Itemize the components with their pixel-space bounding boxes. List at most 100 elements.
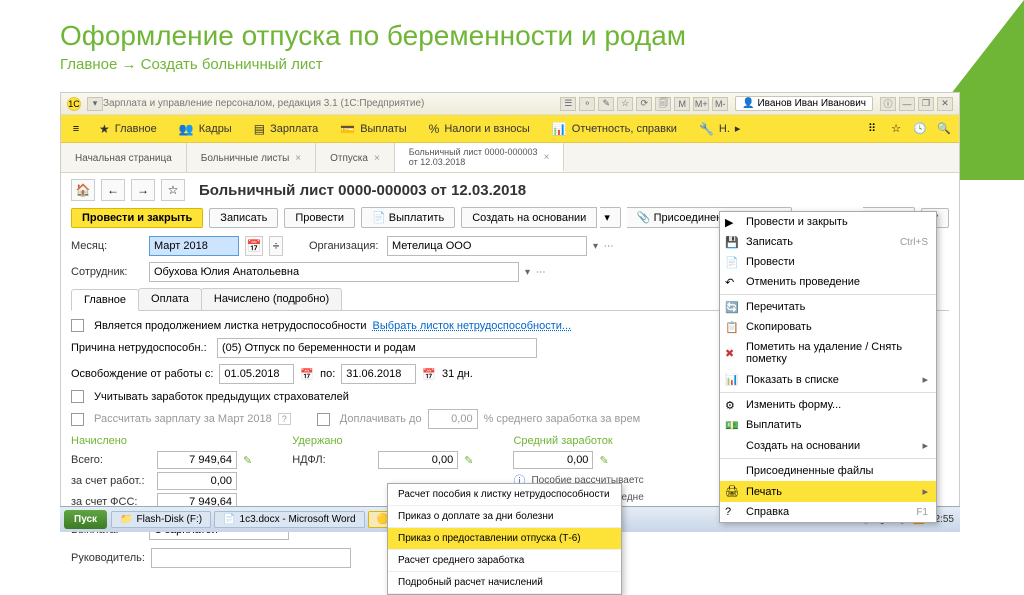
create-based-dropdown[interactable]: ▾ — [600, 207, 621, 228]
tb-tool-5[interactable]: ⟳ — [636, 97, 652, 111]
by-employer-input[interactable] — [157, 472, 237, 490]
sm-avg-calc[interactable]: Расчет среднего заработка — [388, 550, 621, 572]
menu-salary[interactable]: ▤Зарплата — [244, 118, 329, 140]
sm-detailed-calc[interactable]: Подробный расчет начислений — [388, 572, 621, 594]
close-icon[interactable]: × — [374, 153, 380, 164]
user-badge[interactable]: 👤 Иванов Иван Иванович — [735, 96, 873, 111]
tb-tool-3[interactable]: ✎ — [598, 97, 614, 111]
dropdown-icon[interactable]: ▾ — [87, 97, 103, 111]
ndfl-input[interactable] — [378, 451, 458, 469]
edit-icon[interactable]: ✎ — [599, 454, 608, 467]
total-input[interactable] — [157, 451, 237, 469]
info-icon[interactable]: ⓘ — [880, 97, 896, 111]
tb-tool-1[interactable]: ☰ — [560, 97, 576, 111]
back-button[interactable]: ← — [101, 179, 125, 201]
menu-search-icon[interactable]: 🔍 — [933, 118, 955, 140]
tab-sick-lists[interactable]: Больничные листы× — [187, 143, 316, 172]
cm-help[interactable]: ?СправкаF1 — [720, 502, 936, 522]
create-based-button[interactable]: Создать на основании — [461, 207, 597, 228]
menu-taxes[interactable]: %Налоги и взносы — [419, 118, 540, 140]
select-sheet-link[interactable]: Выбрать листок нетрудоспособности... — [373, 320, 572, 332]
cm-reread[interactable]: 🔄Перечитать — [720, 297, 936, 317]
calc-mplus[interactable]: M+ — [693, 97, 709, 111]
sm-benefit-calc[interactable]: Расчет пособия к листку нетрудоспособнос… — [388, 484, 621, 506]
menu-main[interactable]: ★Главное — [89, 118, 167, 140]
ndfl-label: НДФЛ: — [292, 454, 372, 466]
supplement-input[interactable] — [428, 409, 478, 429]
menu-reports[interactable]: 📊Отчетность, справки — [542, 118, 687, 140]
tab-start-page[interactable]: Начальная страница — [61, 143, 187, 172]
cm-pay[interactable]: 💵Выплатить — [720, 415, 936, 435]
menu-grid-icon[interactable]: ⠿ — [861, 118, 883, 140]
taskbar-word-doc[interactable]: 📄 1с3.docx - Microsoft Word — [214, 511, 364, 528]
write-button[interactable]: Записать — [209, 208, 278, 228]
tb-tool-4[interactable]: ☆ — [617, 97, 633, 111]
pay-button[interactable]: 📄 Выплатить — [361, 207, 455, 228]
document-area: 🏠 ← → ☆ Больничный лист 0000-000003 от 1… — [61, 173, 959, 511]
sm-supplement-order[interactable]: Приказ о доплате за дни болезни — [388, 506, 621, 528]
taskbar-flash-disk[interactable]: 📁 Flash-Disk (F:) — [111, 511, 211, 528]
forward-button[interactable]: → — [131, 179, 155, 201]
menu-hamburger-icon[interactable]: ≡ — [65, 118, 87, 140]
cm-mark-delete[interactable]: ✖Пометить на удаление / Снять пометку — [720, 337, 936, 369]
tb-tool-6[interactable]: 🗐 — [655, 97, 671, 111]
cm-print[interactable]: 🖨Печать▸ — [720, 481, 936, 502]
app-window: 1С ▾ Зарплата и управление персоналом, р… — [60, 92, 960, 512]
menu-star-icon[interactable]: ☆ — [885, 118, 907, 140]
subtab-main[interactable]: Главное — [71, 289, 139, 311]
reason-input[interactable] — [217, 338, 537, 358]
accrued-header: Начислено — [71, 435, 252, 447]
calc-m[interactable]: M — [674, 97, 690, 111]
month-stepper[interactable]: ÷ — [269, 236, 283, 256]
tab-vacations[interactable]: Отпуска× — [316, 143, 395, 172]
menu-history-icon[interactable]: 🕓 — [909, 118, 931, 140]
calc-salary-checkbox[interactable] — [71, 413, 84, 426]
menu-settings[interactable]: 🔧Н.▸ — [689, 118, 750, 140]
cm-unpost[interactable]: ↶Отменить проведение — [720, 272, 936, 292]
tb-tool-2[interactable]: ⚬ — [579, 97, 595, 111]
titlebar: 1С ▾ Зарплата и управление персоналом, р… — [61, 93, 959, 115]
cm-show-in-list[interactable]: 📊Показать в списке▸ — [720, 369, 936, 390]
close-icon[interactable]: × — [295, 153, 301, 164]
minimize-button[interactable]: — — [899, 97, 915, 111]
post-and-close-button[interactable]: Провести и закрыть — [71, 208, 203, 228]
close-icon[interactable]: × — [544, 152, 550, 163]
manager-input[interactable] — [151, 548, 351, 568]
subtab-payment[interactable]: Оплата — [138, 288, 202, 310]
cm-post[interactable]: 📄Провести — [720, 252, 936, 272]
close-button[interactable]: ✕ — [937, 97, 953, 111]
subtab-accrued[interactable]: Начислено (подробно) — [201, 288, 342, 310]
post-button[interactable]: Провести — [284, 208, 355, 228]
start-button[interactable]: Пуск — [64, 510, 107, 529]
main-menu: ≡ ★Главное 👥Кадры ▤Зарплата 💳Выплаты %На… — [61, 115, 959, 143]
tab-sick-leave-doc[interactable]: Больничный лист 0000-000003от 12.03.2018… — [395, 143, 565, 172]
org-input[interactable] — [387, 236, 587, 256]
cm-create-based[interactable]: Создать на основании▸ — [720, 435, 936, 456]
continuation-checkbox[interactable] — [71, 319, 84, 332]
calc-mminus[interactable]: M- — [712, 97, 728, 111]
avg-input[interactable] — [513, 451, 593, 469]
cm-edit-form[interactable]: ⚙Изменить форму... — [720, 395, 936, 415]
cm-post-close[interactable]: ▶Провести и закрыть — [720, 212, 936, 232]
month-calendar-icon[interactable]: 📅 — [245, 236, 263, 256]
absence-to-input[interactable] — [341, 364, 416, 384]
prev-insurers-checkbox[interactable] — [71, 390, 84, 403]
menu-personnel[interactable]: 👥Кадры — [169, 118, 242, 140]
menu-payments[interactable]: 💳Выплаты — [330, 118, 416, 140]
employee-input[interactable] — [149, 262, 519, 282]
month-input[interactable] — [149, 236, 239, 256]
cm-copy[interactable]: 📋Скопировать — [720, 317, 936, 337]
favorite-button[interactable]: ☆ — [161, 179, 185, 201]
edit-icon[interactable]: ✎ — [464, 454, 473, 467]
calendar-icon[interactable]: 📅 — [300, 368, 314, 381]
cm-write[interactable]: 💾ЗаписатьCtrl+S — [720, 232, 936, 252]
edit-icon[interactable]: ✎ — [243, 454, 252, 467]
supplement-checkbox[interactable] — [317, 413, 330, 426]
cm-attached[interactable]: Присоединенные файлы — [720, 461, 936, 481]
sm-vacation-order-t6[interactable]: Приказ о предоставлении отпуска (Т-6) — [388, 528, 621, 550]
home-button[interactable]: 🏠 — [71, 179, 95, 201]
maximize-button[interactable]: ❐ — [918, 97, 934, 111]
calendar-icon[interactable]: 📅 — [422, 368, 436, 381]
employee-label: Сотрудник: — [71, 266, 143, 278]
absence-from-input[interactable] — [219, 364, 294, 384]
